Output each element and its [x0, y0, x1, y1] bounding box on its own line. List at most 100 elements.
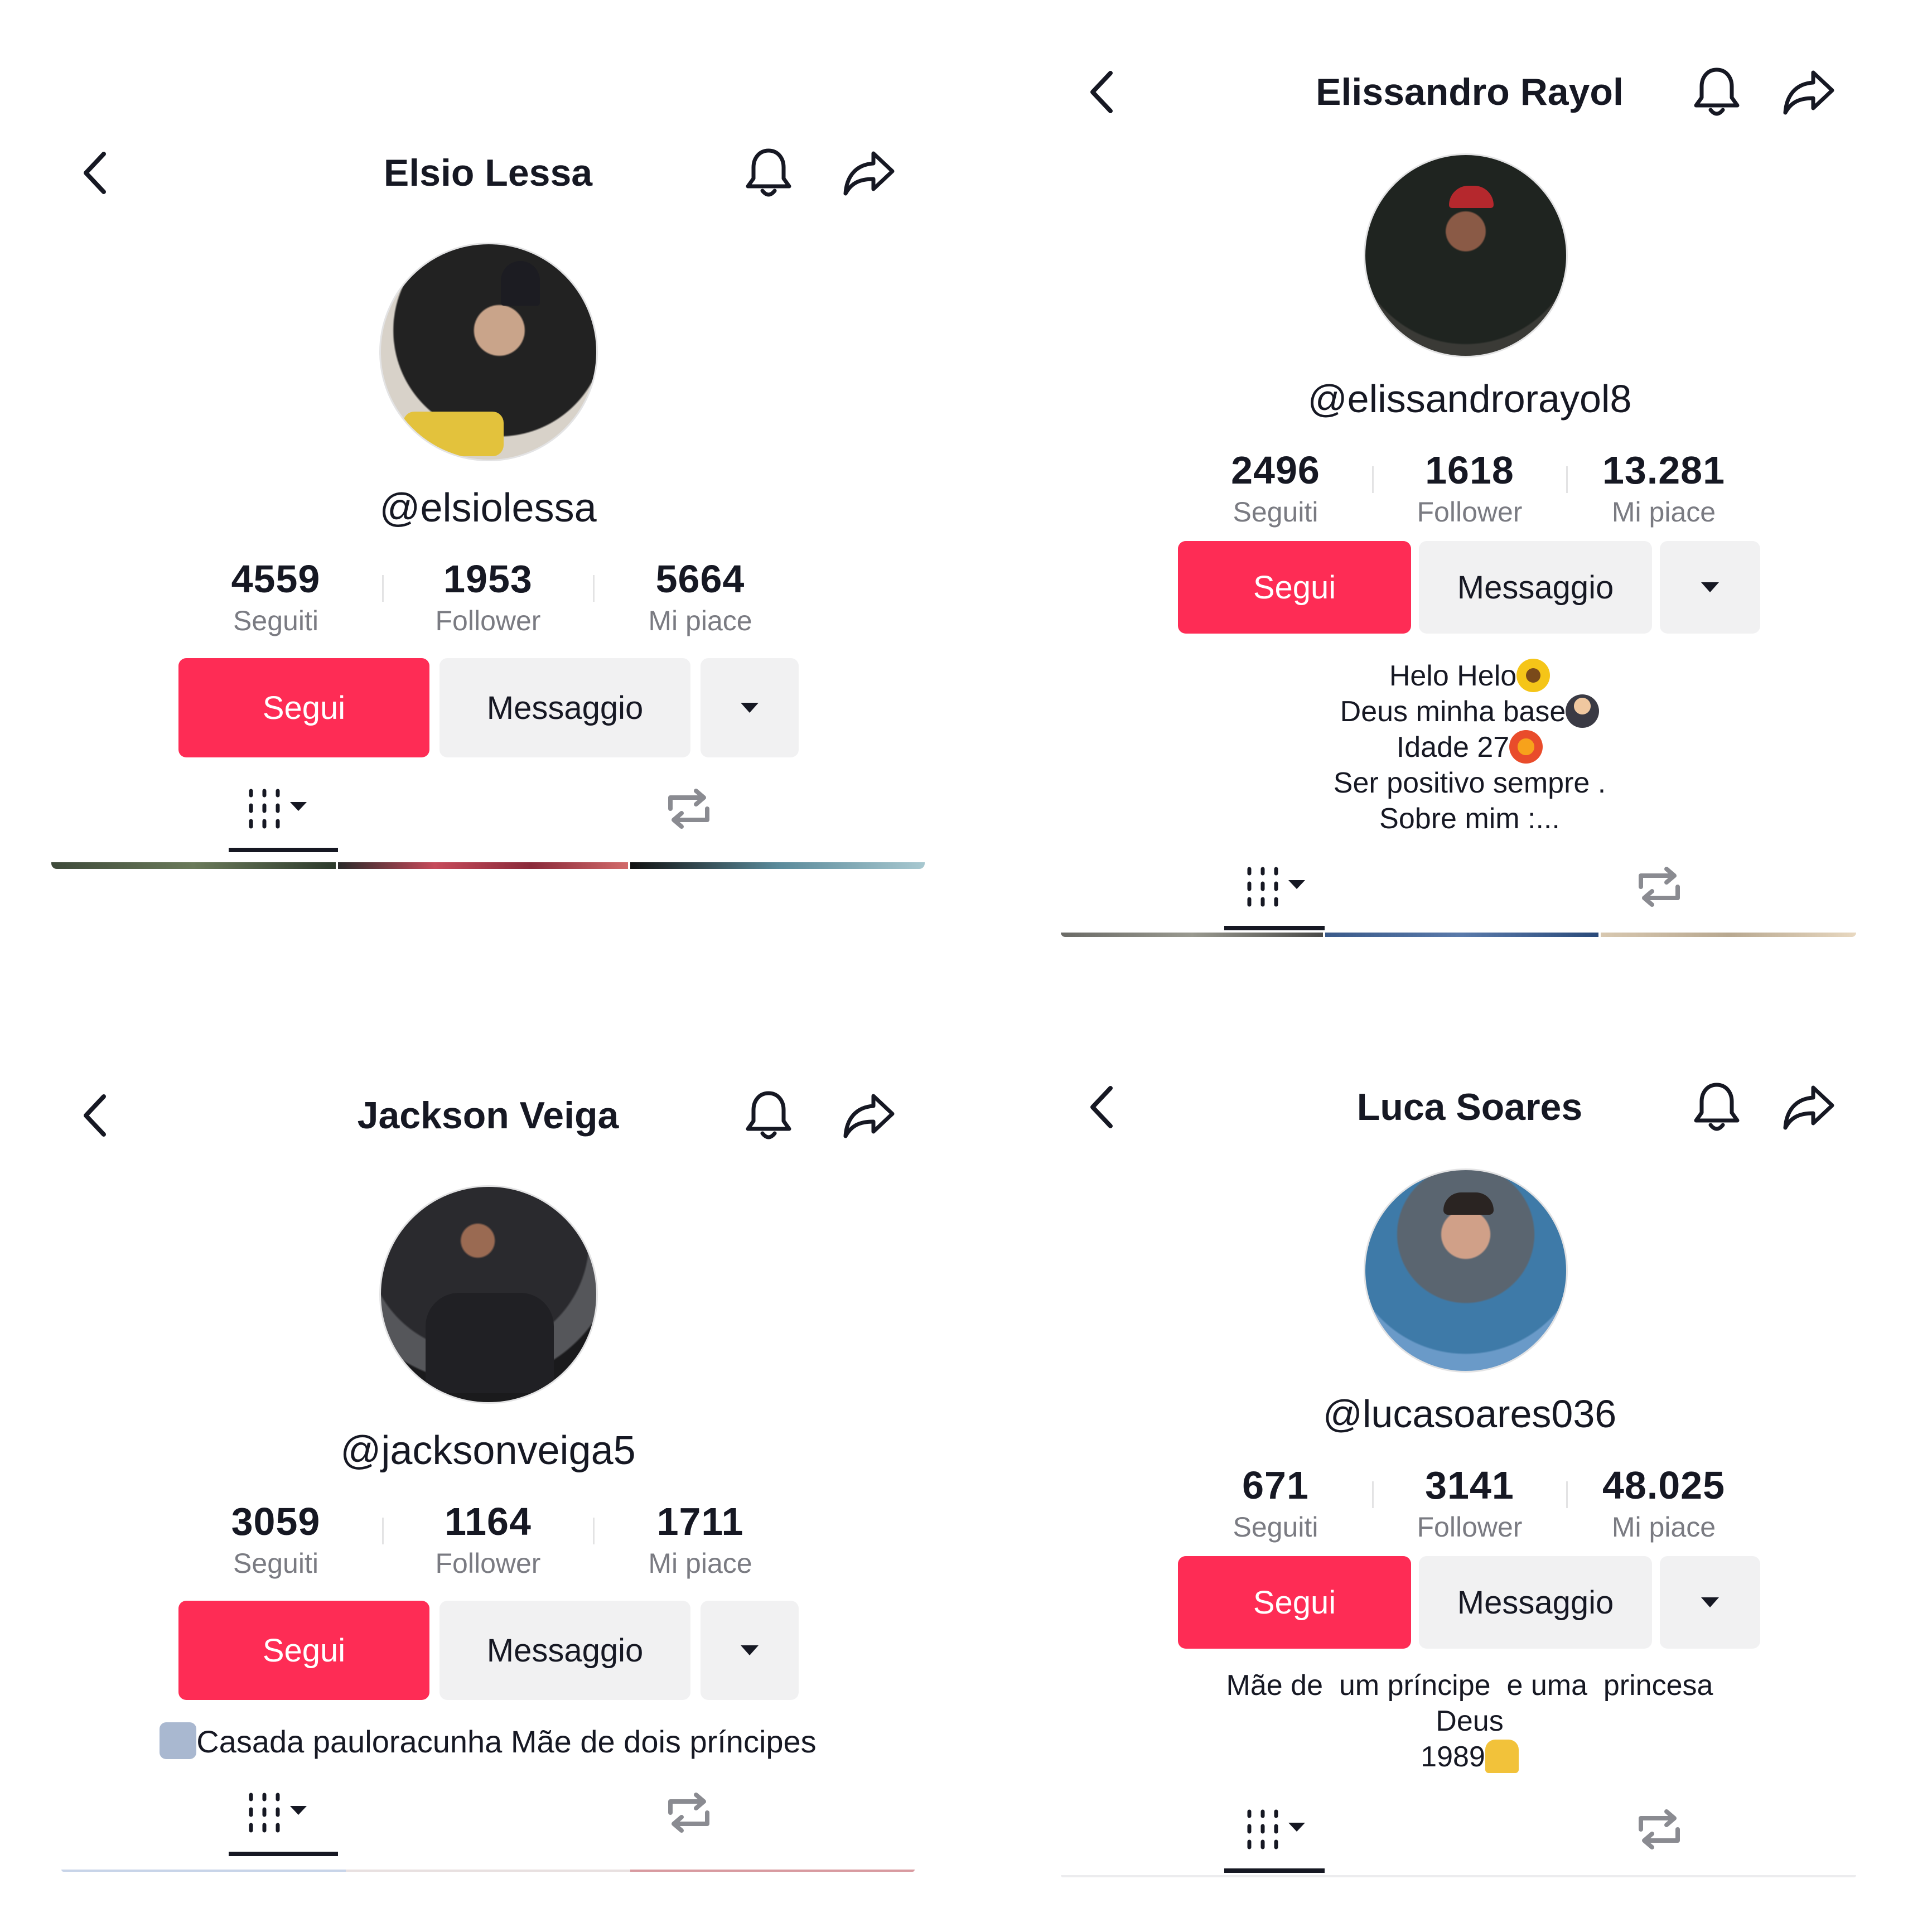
handle: @elsiolessa	[379, 486, 597, 530]
more-button[interactable]	[701, 1601, 799, 1700]
avatar[interactable]	[379, 243, 598, 461]
caret-down-icon	[741, 1645, 759, 1655]
stat-value: 1711	[656, 1500, 744, 1543]
tab-reposts[interactable]	[1623, 859, 1696, 915]
avatar-bananas	[403, 412, 504, 456]
profile-panel-luca: Luca Soares @lucasoares036 671 Seguiti 3…	[1060, 1049, 1880, 1896]
message-button[interactable]: Messaggio	[439, 1601, 690, 1700]
share-icon[interactable]	[842, 146, 896, 200]
tab-videos[interactable]	[1221, 1801, 1333, 1857]
tab-reposts[interactable]	[653, 781, 725, 837]
content-tabs	[1060, 1796, 1880, 1880]
stat-following[interactable]: 2496 Seguiti	[1180, 446, 1372, 530]
stat-label: Mi piace	[1611, 496, 1716, 528]
repost-icon	[1639, 867, 1680, 907]
stat-likes[interactable]: 13.281 Mi piace	[1568, 446, 1760, 530]
stat-likes[interactable]: 1711 Mi piace	[595, 1498, 806, 1581]
share-icon[interactable]	[842, 1089, 896, 1142]
bio: Helo Helo Deus minha base Idade 27 Ser p…	[1060, 658, 1880, 837]
message-button[interactable]: Messaggio	[1419, 541, 1652, 634]
stat-label: Follower	[1417, 1511, 1523, 1543]
stat-value: 1164	[445, 1500, 532, 1543]
follow-button[interactable]: Segui	[1178, 1556, 1411, 1649]
repost-icon	[1639, 1809, 1680, 1849]
page-title: Luca Soares	[1356, 1086, 1583, 1128]
stat-value: 1618	[1425, 448, 1514, 492]
stat-value: 3141	[1425, 1464, 1514, 1507]
profile-panel-jackson: Jackson Veiga @jacksonveiga5 3059 Seguit…	[50, 1054, 926, 1891]
message-button[interactable]: Messaggio	[439, 658, 690, 757]
grid-tab-icon	[1247, 867, 1305, 907]
follow-button[interactable]: Segui	[1178, 541, 1411, 634]
tab-videos[interactable]	[223, 781, 335, 837]
stat-value: 5664	[655, 557, 745, 601]
stat-likes[interactable]: 5664 Mi piace	[595, 555, 806, 639]
bio-text: Helo Helo	[1389, 660, 1517, 692]
tab-videos[interactable]	[1221, 859, 1333, 915]
stat-following[interactable]: 4559 Seguiti	[170, 555, 382, 639]
caret-down-icon	[1701, 1597, 1719, 1607]
follow-button[interactable]: Segui	[178, 658, 429, 757]
avatar[interactable]	[1364, 153, 1568, 358]
bio-line: Deus minha base	[1060, 694, 1880, 730]
avatar-motorcycle	[426, 1293, 554, 1393]
tab-reposts[interactable]	[653, 1785, 725, 1841]
bio-line: Helo Helo	[1060, 658, 1880, 694]
tab-active-indicator	[229, 848, 338, 852]
share-icon[interactable]	[1782, 65, 1836, 119]
page-title: Elissandro Rayol	[1316, 71, 1624, 113]
stat-followers[interactable]: 1953 Follower	[384, 555, 593, 639]
bell-icon[interactable]	[742, 1089, 795, 1142]
profile-panel-elsio: Elsio Lessa @elsiolessa 4559 Seguiti 195…	[50, 112, 926, 881]
avatar[interactable]	[379, 1185, 598, 1404]
stat-following[interactable]: 671 Seguiti	[1180, 1461, 1372, 1545]
stat-followers[interactable]: 1618 Follower	[1374, 446, 1566, 530]
video-thumbnails-strip	[1061, 1875, 1856, 1877]
bio-line: Mãe de um príncipe e uma princesa	[1226, 1669, 1713, 1702]
avatar-hair	[1443, 1192, 1494, 1215]
stat-likes[interactable]: 48.025 Mi piace	[1568, 1461, 1760, 1545]
handle: @lucasoares036	[1322, 1392, 1617, 1436]
repost-icon	[668, 789, 709, 829]
share-icon[interactable]	[1782, 1080, 1836, 1134]
stat-label: Follower	[1417, 496, 1523, 528]
praying-hands-emoji-icon	[1485, 1740, 1519, 1773]
stat-followers[interactable]: 1164 Follower	[384, 1498, 593, 1581]
stat-value: 671	[1242, 1464, 1309, 1507]
message-button[interactable]: Messaggio	[1419, 1556, 1652, 1649]
stat-label: Seguiti	[1233, 496, 1318, 528]
stat-following[interactable]: 3059 Seguiti	[170, 1498, 382, 1581]
header: Jackson Veiga	[50, 1082, 926, 1149]
bell-icon[interactable]	[1690, 1080, 1743, 1134]
bell-icon[interactable]	[742, 146, 795, 200]
avatar[interactable]	[1364, 1168, 1568, 1373]
tab-videos[interactable]	[223, 1785, 335, 1841]
stat-label: Mi piace	[648, 1548, 752, 1579]
stat-value: 48.025	[1602, 1464, 1726, 1507]
more-button[interactable]	[1660, 541, 1760, 634]
stat-followers[interactable]: 3141 Follower	[1374, 1461, 1566, 1545]
video-thumbnails-strip	[1061, 933, 1856, 937]
handle: @jacksonveiga5	[340, 1428, 636, 1473]
more-button[interactable]	[1660, 1556, 1760, 1649]
bio-line: Idade 27	[1060, 730, 1880, 765]
caret-down-icon	[741, 703, 759, 713]
tab-active-indicator	[1224, 926, 1325, 930]
tab-reposts[interactable]	[1623, 1801, 1696, 1857]
stats-row: 3059 Seguiti 1164 Follower 1711 Mi piace	[50, 1498, 926, 1581]
stat-label: Follower	[435, 605, 541, 636]
stat-value: 3059	[231, 1500, 321, 1543]
bio-line: 1989	[1060, 1739, 1880, 1775]
bio-text: 1989	[1421, 1741, 1485, 1773]
stat-value: 13.281	[1602, 448, 1726, 492]
stat-label: Mi piace	[1611, 1511, 1716, 1543]
bio-line: Deus	[1436, 1705, 1504, 1737]
caret-down-icon	[1701, 582, 1719, 592]
more-button[interactable]	[701, 658, 799, 757]
tab-active-indicator	[1224, 1868, 1325, 1873]
content-tabs	[50, 775, 926, 859]
bell-icon[interactable]	[1690, 65, 1743, 119]
tab-active-indicator	[229, 1852, 338, 1856]
stat-value: 2496	[1231, 448, 1320, 492]
follow-button[interactable]: Segui	[178, 1601, 429, 1700]
